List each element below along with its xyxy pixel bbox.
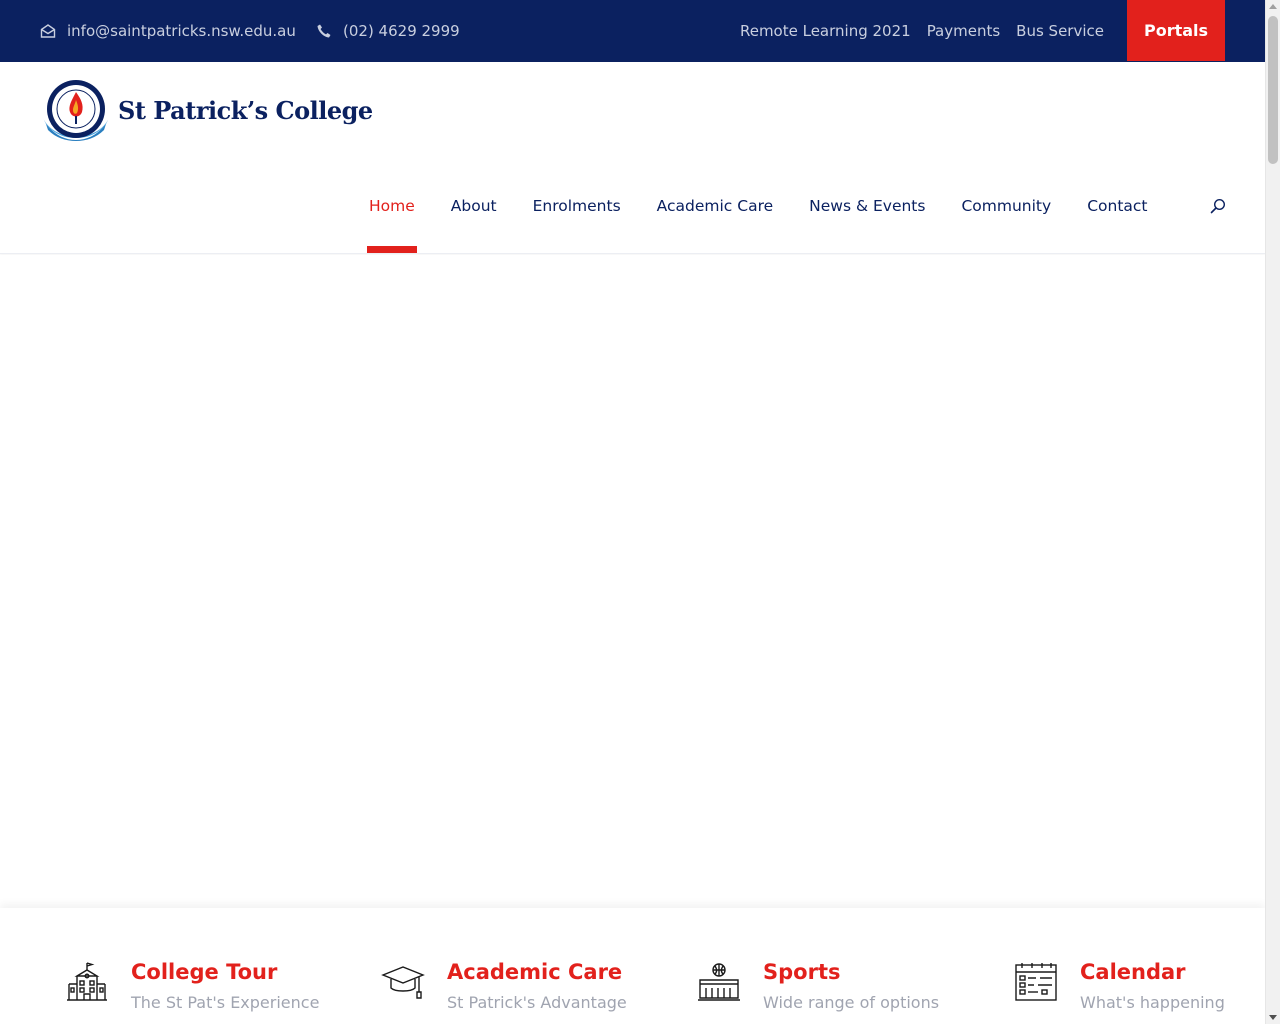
feature-title: Calendar — [1080, 960, 1186, 984]
nav-item-label: Academic Care — [656, 197, 774, 215]
top-links: Remote Learning 2021 Payments Bus Servic… — [740, 0, 1104, 62]
nav-item-label: Enrolments — [532, 197, 621, 215]
nav-item-community[interactable]: Community — [961, 193, 1051, 255]
feature-strip: College Tour The St Pat's Experience Aca… — [0, 908, 1265, 1024]
site-header: St Patrick’s College Home About Enrolmen… — [0, 62, 1265, 254]
school-building-icon — [67, 962, 107, 1001]
sports-stadium-icon — [698, 963, 740, 1001]
feature-subtitle: St Patrick's Advantage — [447, 993, 627, 1012]
top-bar: info@saintpatricks.nsw.edu.au (02) 4629 … — [0, 0, 1265, 62]
hero-area — [0, 255, 1265, 907]
feature-title: Academic Care — [447, 960, 623, 984]
site-logo[interactable]: St Patrick’s College — [40, 78, 373, 142]
feature-academic-care[interactable]: Academic Care St Patrick's Advantage — [381, 908, 641, 1024]
nav-item-enrolments[interactable]: Enrolments — [533, 193, 621, 255]
envelope-icon — [40, 23, 56, 39]
feature-title: College Tour — [131, 960, 278, 984]
scroll-thumb[interactable] — [1268, 16, 1278, 164]
feature-calendar[interactable]: Calendar What's happening — [1014, 908, 1244, 1024]
portals-button[interactable]: Portals — [1127, 0, 1225, 61]
active-indicator — [367, 246, 417, 253]
nav-item-label: Community — [961, 197, 1052, 215]
feature-sports[interactable]: Sports Wide range of options — [697, 908, 957, 1024]
nav-item-academic-care[interactable]: Academic Care — [657, 193, 773, 255]
main-nav: Home About Enrolments Academic Care News… — [367, 193, 1184, 255]
calendar-icon — [1015, 963, 1057, 1001]
top-link-payments[interactable]: Payments — [927, 22, 1000, 40]
page-scrollbar[interactable] — [1265, 0, 1280, 1024]
feature-subtitle: Wide range of options — [763, 993, 940, 1012]
college-crest-icon — [42, 80, 110, 141]
phone-link[interactable]: (02) 4629 2999 — [316, 0, 460, 62]
nav-item-home[interactable]: Home — [367, 193, 417, 255]
email-text: info@saintpatricks.nsw.edu.au — [67, 22, 296, 40]
nav-item-label: News & Events — [809, 197, 926, 215]
scroll-up-arrow-icon[interactable] — [1269, 4, 1277, 9]
email-link[interactable]: info@saintpatricks.nsw.edu.au — [40, 0, 296, 62]
phone-icon — [316, 23, 332, 39]
nav-item-news-events[interactable]: News & Events — [809, 193, 925, 255]
nav-item-label: Home — [369, 197, 415, 215]
scroll-down-arrow-icon[interactable] — [1269, 1015, 1277, 1020]
phone-text: (02) 4629 2999 — [343, 22, 460, 40]
graduation-cap-icon — [381, 966, 425, 999]
feature-subtitle: What's happening — [1080, 993, 1225, 1012]
nav-item-label: About — [450, 197, 497, 215]
nav-item-label: Contact — [1087, 197, 1148, 215]
search-icon[interactable] — [1210, 198, 1226, 214]
logo-text: St Patrick’s College — [118, 95, 373, 125]
feature-college-tour[interactable]: College Tour The St Pat's Experience — [65, 908, 325, 1024]
nav-item-contact[interactable]: Contact — [1087, 193, 1147, 255]
feature-title: Sports — [763, 960, 841, 984]
nav-item-about[interactable]: About — [451, 193, 497, 255]
top-link-bus-service[interactable]: Bus Service — [1016, 22, 1104, 40]
top-link-remote-learning[interactable]: Remote Learning 2021 — [740, 22, 911, 40]
feature-subtitle: The St Pat's Experience — [131, 993, 320, 1012]
